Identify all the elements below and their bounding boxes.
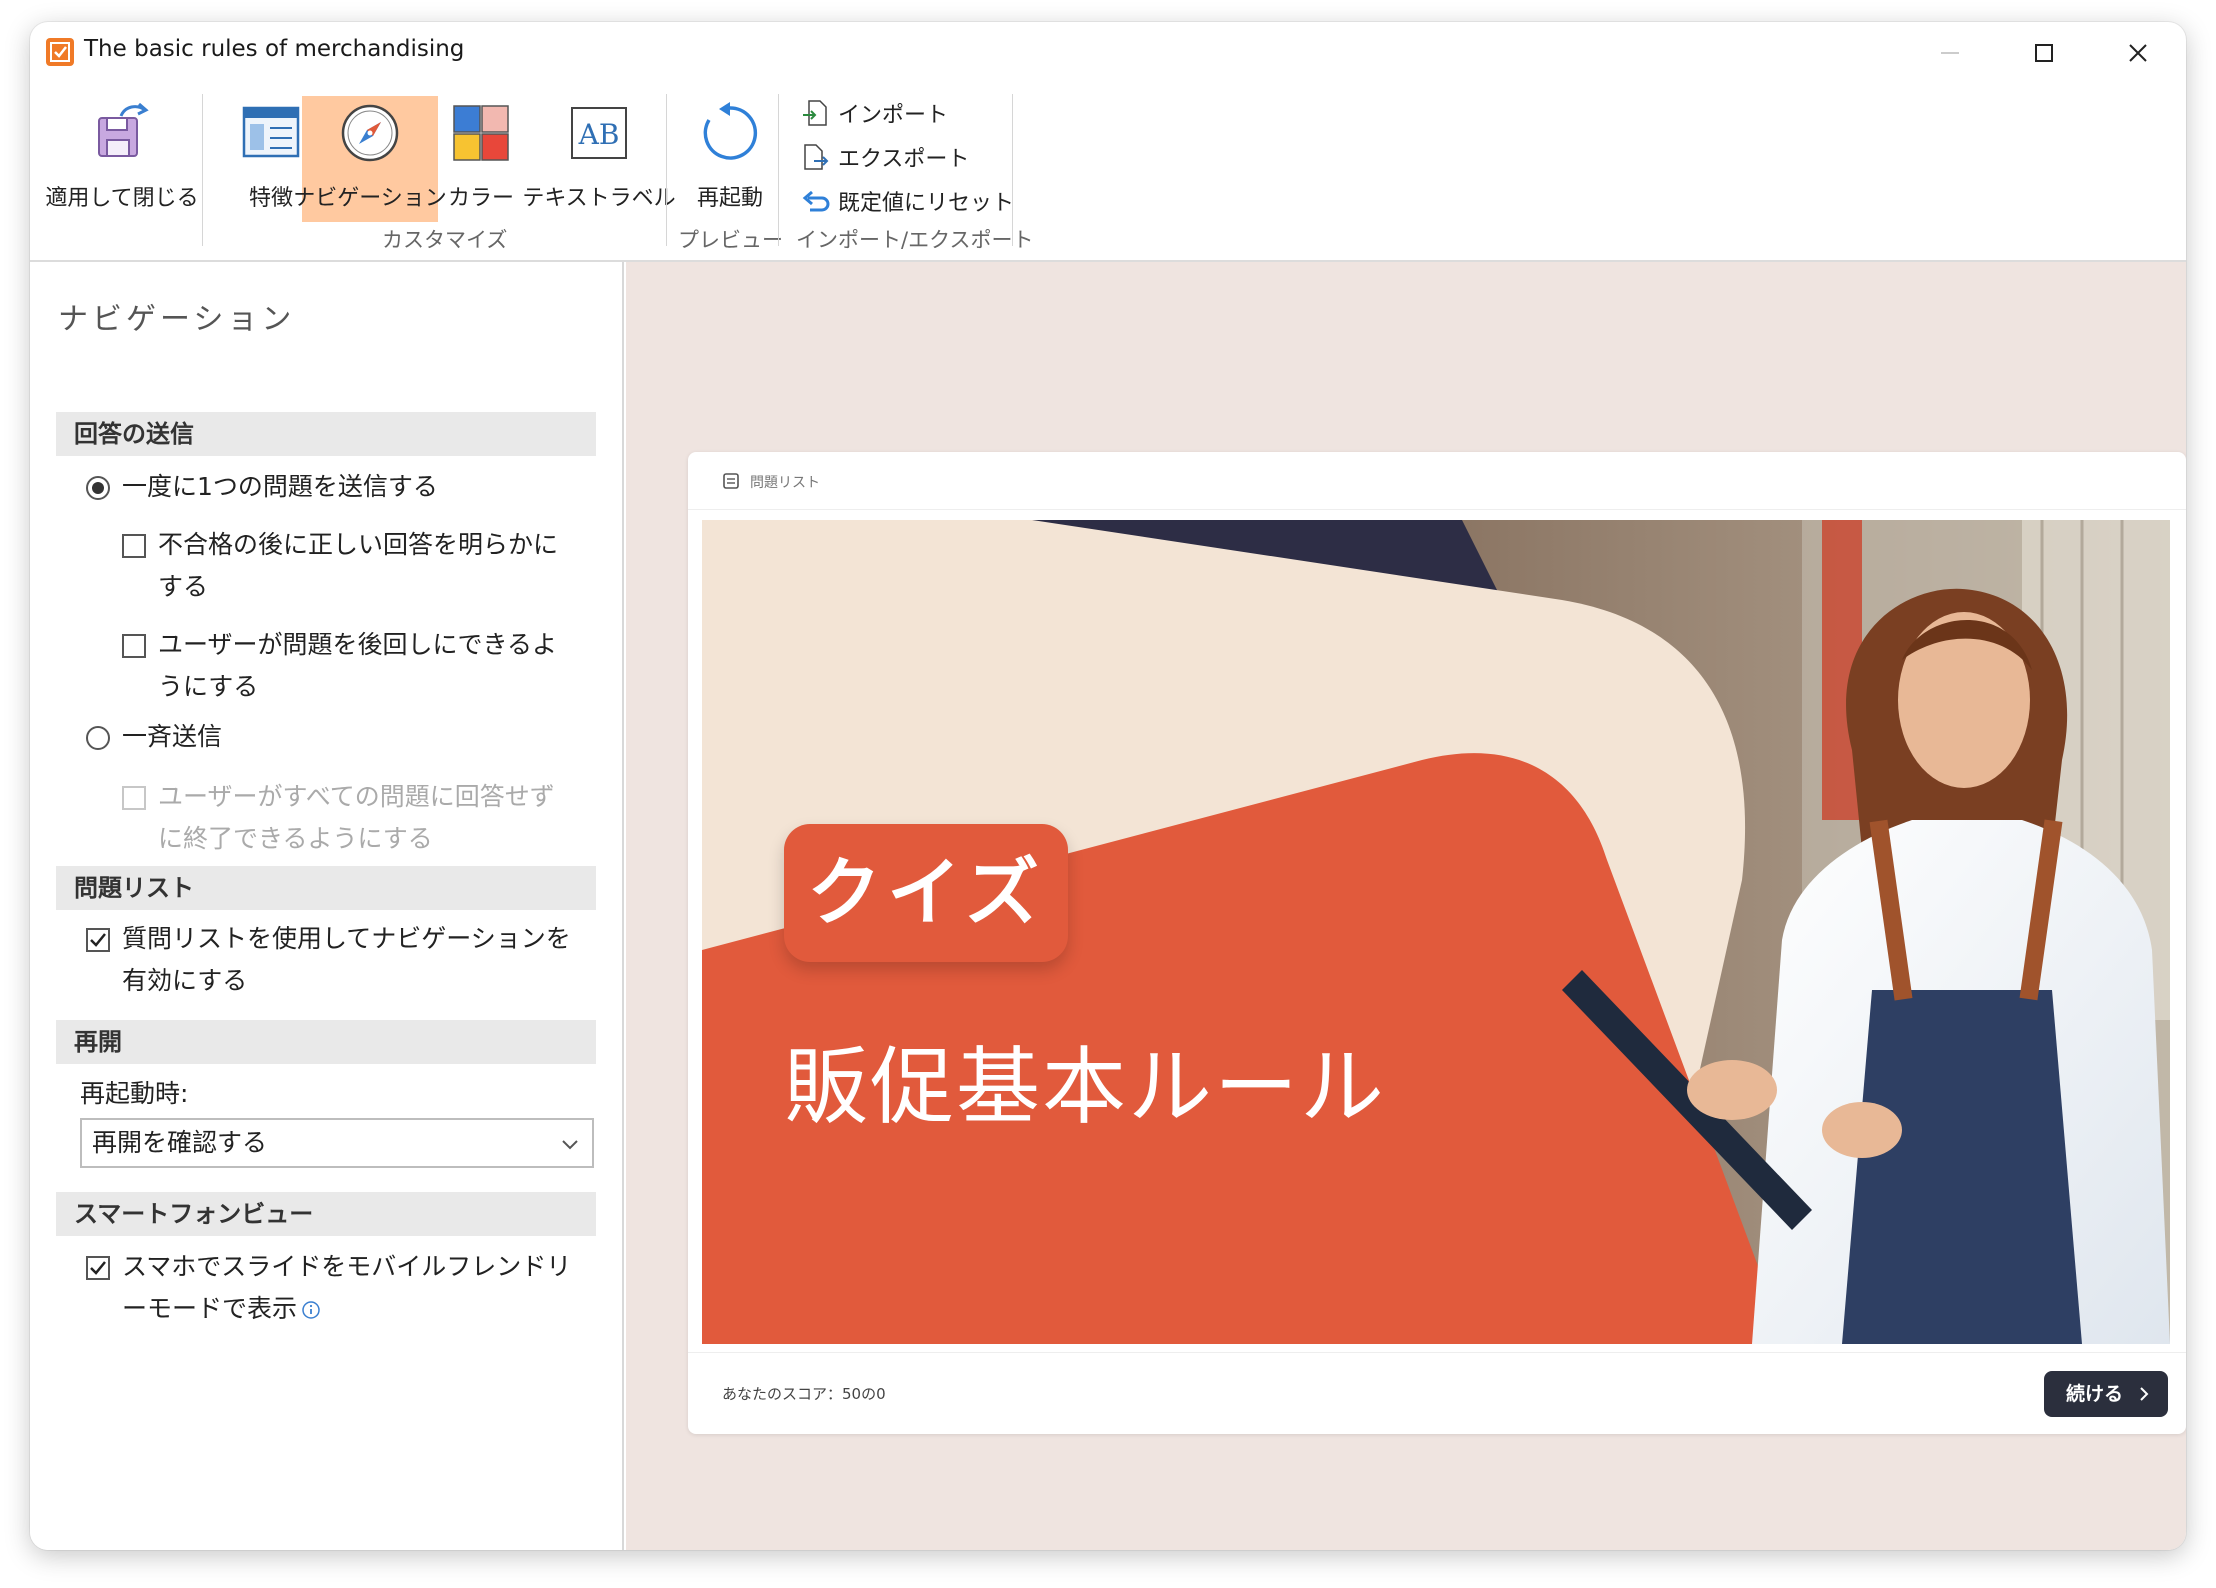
continue-button[interactable]: 続ける [2044,1371,2168,1417]
close-icon [2129,44,2147,62]
apply-close-button[interactable]: 適用して閉じる [38,96,206,222]
reset-default-label: 既定値にリセット [838,191,1015,216]
export-label: エクスポート [838,147,970,172]
finish-without-answer-label-line1: ユーザーがすべての問題に回答せず [158,782,555,811]
undo-arrow-icon [802,190,830,212]
allow-skip-label-line2: うにする [158,672,259,701]
enable-question-list-label-line1: 質問リストを使用してナビゲーションを [122,924,571,953]
ribbon-separator [202,94,203,246]
navigation-settings-panel: ナビゲーション 回答の送信 一度に1つの問題を送信する 不合格の後に正しい回答を… [30,262,624,1550]
restart-label: 再起動 [696,186,763,211]
submit-all-label: 一斉送信 [122,722,223,751]
customize-group-label: カスタマイズ [382,228,508,252]
text-label-icon: AB [571,107,627,159]
color-label: カラー [447,186,514,211]
apply-close-label: 適用して閉じる [45,186,199,211]
navigation-label: ナビゲーション [293,186,447,211]
finish-without-answer-checkbox[interactable] [122,786,146,810]
feature-label: 特徴 [248,186,293,211]
export-button[interactable]: エクスポート [800,140,969,174]
quiz-badge: クイズ [784,824,1068,962]
maximize-button[interactable] [1998,22,2090,84]
window-title: The basic rules of merchandising [84,36,465,62]
chevron-down-icon [562,1140,578,1150]
title-slide: クイズ 販促基本ルール [702,520,2170,1344]
preview-area: 問題リスト クイズ 販促基本ルール あなたのスコア：50の0 続ける [626,262,2186,1550]
section-resume: 再開 [56,1020,596,1064]
restart-icon [703,102,758,160]
section-question-list: 問題リスト [56,866,596,910]
checkmark-icon [90,933,106,947]
compass-icon [341,104,399,162]
color-palette-icon [453,105,509,161]
section-smartphone-view: スマートフォンビュー [56,1192,596,1236]
restart-behavior-select[interactable]: 再開を確認する [80,1118,594,1168]
info-icon[interactable] [301,1300,321,1320]
submit-all-radio[interactable] [86,726,110,750]
import-label: インポート [838,103,949,128]
import-button[interactable]: インポート [800,96,948,130]
import-icon [803,100,827,126]
minimize-button[interactable] [1904,22,1996,84]
enable-question-list-label-line2: 有効にする [122,966,248,995]
tab-navigation[interactable]: ナビゲーション [293,96,447,222]
mobile-friendly-label-line2: ーモードで表示 [122,1294,298,1323]
tab-color[interactable]: カラー [442,96,520,222]
checkmark-icon [90,1261,106,1275]
allow-skip-label-line1: ユーザーが問題を後回しにできるよ [158,630,558,659]
reset-default-button[interactable]: 既定値にリセット [800,184,1014,218]
submit-one-radio[interactable] [86,476,110,500]
svg-text:AB: AB [578,118,620,151]
mobile-friendly-label-line1: スマホでスライドをモバイルフレンドリ [122,1252,572,1281]
app-window: The basic rules of merchandising 適用して閉じる [30,22,2186,1550]
text-label-label: テキストラベル [522,186,676,211]
minimize-icon [1941,52,1959,54]
restart-behavior-value: 再開を確認する [92,1128,268,1157]
finish-without-answer-label-line2: に終了できるようにする [158,824,433,853]
tab-text-label[interactable]: AB テキストラベル [522,96,676,222]
slide-player: 問題リスト クイズ 販促基本ルール あなたのスコア：50の0 続ける [688,452,2186,1434]
question-list-link[interactable]: 問題リスト [750,472,820,492]
slide-title: 販促基本ルール [784,1038,1387,1136]
submit-one-label: 一度に1つの問題を送信する [122,472,438,501]
ribbon-separator [1012,94,1013,246]
allow-skip-checkbox[interactable] [122,634,146,658]
layout-icon [242,106,300,158]
mobile-friendly-label-line2-wrap: ーモードで表示 [122,1288,321,1330]
enable-question-list-checkbox[interactable] [86,928,110,952]
ribbon-separator [666,94,667,246]
reveal-correct-label-line2: する [158,572,209,601]
reveal-correct-checkbox[interactable] [122,534,146,558]
import-export-group-label: インポート/エクスポート [796,228,1034,252]
mobile-friendly-checkbox[interactable] [86,1256,110,1280]
reveal-correct-label-line1: 不合格の後に正しい回答を明らかに [158,530,559,559]
score-text: あなたのスコア：50の0 [722,1385,886,1403]
export-icon [804,144,829,170]
chevron-right-icon [2140,1387,2149,1401]
ribbon-separator [778,94,779,246]
section-submit-answers: 回答の送信 [56,412,596,456]
preview-group-label: プレビュー [678,228,783,252]
save-close-icon [98,102,149,157]
continue-label: 続ける [2066,1383,2124,1405]
player-top-bar: 問題リスト [688,452,2186,510]
list-icon[interactable] [722,472,740,490]
restart-behavior-label: 再起動時: [80,1079,189,1108]
panel-title: ナビゲーション [58,302,296,337]
close-button[interactable] [2092,22,2184,84]
maximize-icon [2035,44,2053,62]
restart-button[interactable]: 再起動 [680,96,780,222]
player-bottom-bar: あなたのスコア：50の0 続ける [688,1352,2186,1434]
title-bar: The basic rules of merchandising [30,22,2186,84]
ribbon-toolbar: 適用して閉じる 特徴 ナビゲーション カラー AB テキストラベル カスタマイズ… [30,84,2186,262]
app-logo-icon [46,38,74,66]
